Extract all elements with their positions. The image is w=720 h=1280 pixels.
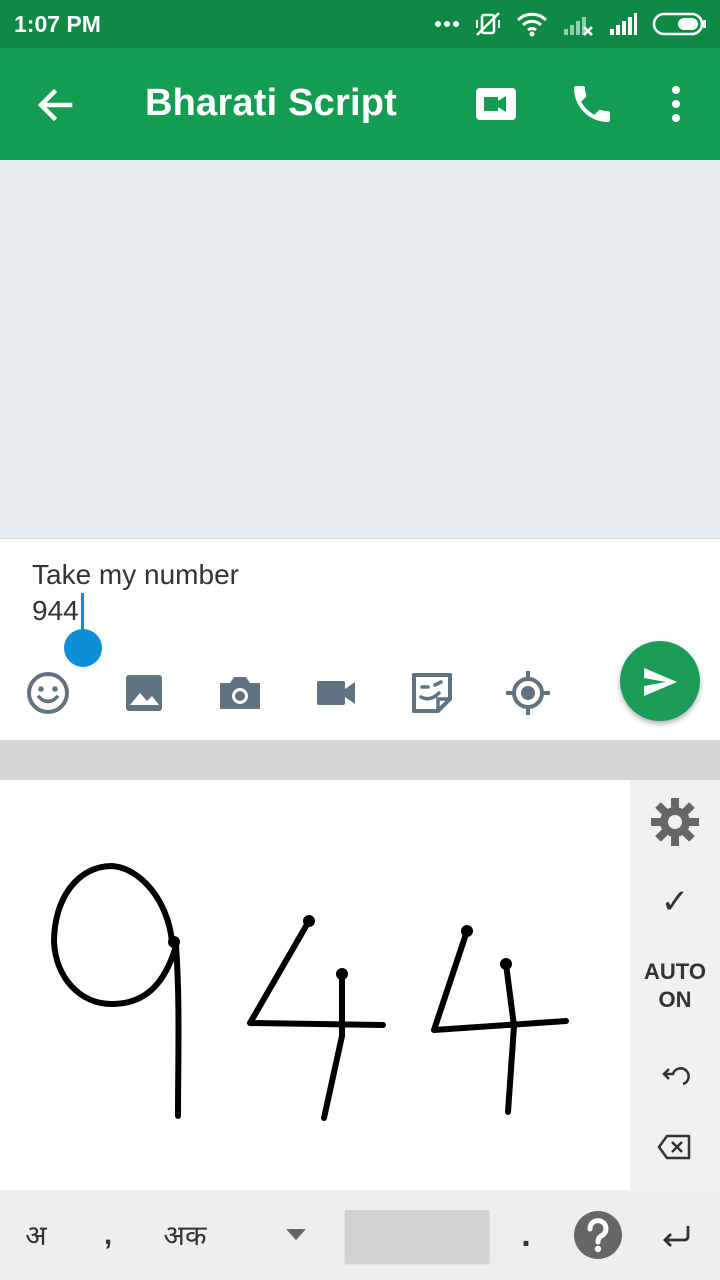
conversation-area[interactable] (0, 160, 720, 538)
backspace-icon (657, 1134, 691, 1160)
stroke-digit-9 (51, 863, 182, 1119)
settings-button[interactable] (630, 794, 720, 850)
status-icons (434, 8, 708, 40)
sticker-button[interactable] (408, 669, 456, 717)
vibrate-off-icon (476, 12, 500, 36)
help-icon (574, 1211, 622, 1259)
video-icon (317, 681, 355, 705)
location-icon (506, 671, 550, 715)
compose-panel: Take my number 944 (0, 538, 720, 741)
phone-icon (574, 86, 610, 122)
gallery-button[interactable] (120, 669, 168, 717)
gear-icon (651, 798, 699, 846)
image-icon (126, 675, 162, 711)
enter-key[interactable] (652, 1190, 700, 1280)
send-button[interactable] (620, 641, 700, 721)
emoji-icon (27, 672, 69, 714)
auto-label: AUTO (644, 959, 706, 984)
period-key[interactable]: . (506, 1190, 546, 1280)
more-options-button[interactable] (660, 80, 692, 128)
script-dropdown[interactable] (276, 1190, 316, 1280)
app-bar: Bharati Script (0, 48, 720, 160)
signal-no-service-icon (564, 17, 593, 36)
more-dots-icon (435, 21, 459, 27)
video-attach-button[interactable] (312, 669, 360, 717)
camera-icon (220, 677, 260, 709)
handwriting-side-panel: ✓ AUTO ON (630, 780, 720, 1190)
script-switch-key[interactable]: अक (150, 1190, 220, 1280)
signal-icon (610, 13, 637, 35)
stroke-digit-4-second (431, 928, 569, 1115)
voice-call-button[interactable] (568, 80, 616, 128)
triangle-down-icon (286, 1229, 306, 1240)
undo-button[interactable] (630, 1056, 720, 1092)
back-button[interactable] (32, 81, 80, 129)
stroke-digit-4-first (247, 918, 386, 1121)
space-key[interactable] (345, 1210, 489, 1262)
more-vert-icon (672, 86, 680, 122)
text-cursor (81, 593, 84, 631)
backspace-button[interactable] (630, 1132, 720, 1168)
undo-icon (662, 1067, 690, 1086)
enter-icon (663, 1226, 690, 1247)
language-key[interactable]: अ (8, 1190, 64, 1280)
status-time: 1:07 PM (14, 11, 101, 37)
handwritten-strokes (51, 863, 569, 1121)
keyboard-bottom-bar: अ , अक . (0, 1190, 720, 1280)
comma-key[interactable]: , (84, 1190, 132, 1280)
sticker-icon (412, 673, 452, 713)
camera-button[interactable] (216, 669, 264, 717)
cursor-handle[interactable] (64, 629, 102, 667)
send-icon (644, 668, 677, 696)
keyboard-suggestion-strip (0, 740, 720, 780)
emoji-button[interactable] (24, 669, 72, 717)
video-call-button[interactable] (472, 84, 520, 124)
auto-state-label: ON (658, 987, 692, 1012)
handwriting-pad[interactable] (0, 780, 630, 1190)
attachment-row (0, 669, 600, 717)
video-call-icon (476, 88, 516, 120)
location-button[interactable] (504, 669, 552, 717)
conversation-title: Bharati Script (145, 82, 397, 124)
confirm-button[interactable]: ✓ (630, 882, 720, 922)
auto-toggle[interactable]: AUTO ON (630, 958, 720, 1014)
back-arrow-icon (37, 88, 73, 122)
help-button[interactable] (570, 1190, 626, 1280)
wifi-icon (516, 12, 548, 37)
battery-icon (652, 12, 706, 36)
message-input[interactable]: Take my number 944 (32, 557, 592, 629)
status-bar: 1:07 PM (0, 0, 720, 48)
